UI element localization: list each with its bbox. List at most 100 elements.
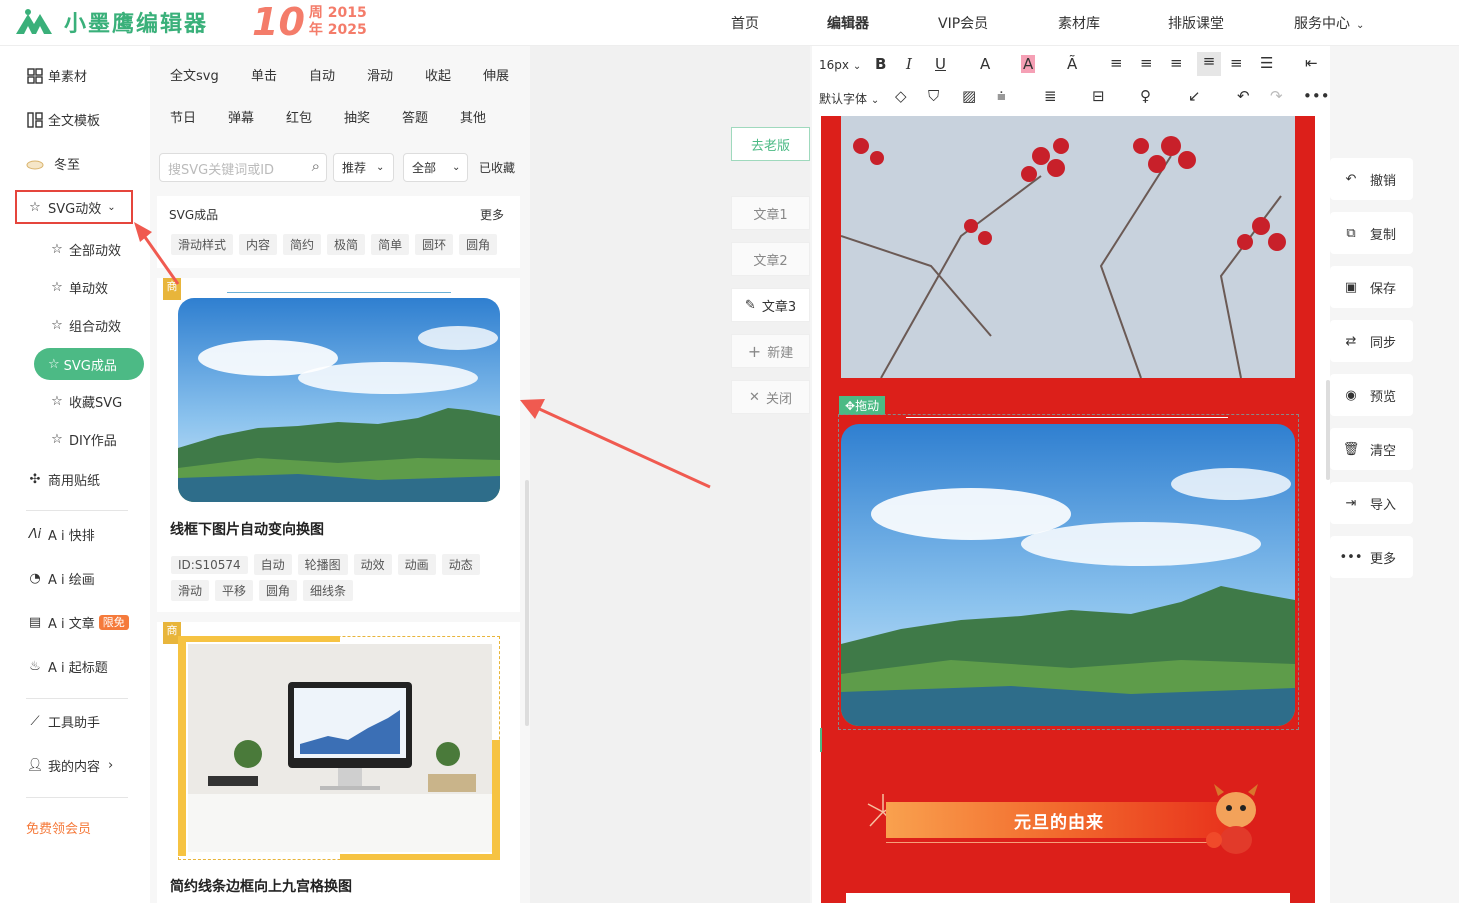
eraser-icon[interactable]: ◇ xyxy=(895,87,907,105)
sidebar-item-tool-helper[interactable]: ⟋ 工具助手 xyxy=(26,712,100,731)
category-tab[interactable]: 红包 xyxy=(286,107,312,126)
sync-button[interactable]: ⇄ 同步 xyxy=(1330,320,1413,362)
category-tab[interactable]: 抽奖 xyxy=(344,107,370,126)
sidebar-item-diy-works[interactable]: ☆ DIY作品 xyxy=(48,430,117,449)
template-card[interactable]: 商 线框下图片自动变向换图 ID:S10574 自动 轮播图 动效 动画 动态 滑动 平移圆… xyxy=(157,278,520,612)
category-tab[interactable]: 自动 xyxy=(309,65,335,84)
article-tab[interactable]: 文章2 xyxy=(731,242,810,276)
nav-editor[interactable]: 编辑器 xyxy=(827,13,869,33)
sidebar-item-my-content[interactable]: 👤︎ 我的内容 › xyxy=(26,756,113,775)
search-input[interactable]: 搜SVG关键词或ID ⌕ xyxy=(159,153,327,182)
align-center-icon[interactable]: ≡ xyxy=(1140,54,1153,72)
clear-button[interactable]: 🗑︎ 清空 xyxy=(1330,428,1413,470)
category-tab[interactable]: 收起 xyxy=(425,65,451,84)
sidebar-item-ai-layout[interactable]: Λi A i 快排 xyxy=(26,525,95,544)
font-family-select[interactable]: 默认字体 ⌄ xyxy=(819,90,879,107)
sidebar-item-commercial-stickers[interactable]: ✣ 商用贴纸 xyxy=(26,470,100,489)
category-tab[interactable]: 节日 xyxy=(170,107,196,126)
bold-icon[interactable]: B xyxy=(875,55,886,73)
image-icon[interactable]: ▨ xyxy=(962,87,976,105)
article-tab-active[interactable]: ✎ 文章3 xyxy=(731,288,810,322)
card-title[interactable]: 线框下图片自动变向换图 xyxy=(170,519,324,539)
nav-layout-class[interactable]: 排版课堂 xyxy=(1168,13,1224,33)
margin-icon[interactable]: ⊟ xyxy=(1092,87,1105,105)
sidebar-item-ai-article[interactable]: ▤ A i 文章 限免 xyxy=(26,613,129,632)
new-article-button[interactable]: + 新建 xyxy=(731,334,810,368)
nav-vip[interactable]: VIP会员 xyxy=(938,13,988,33)
tag[interactable]: 动效 xyxy=(353,554,392,575)
indent-icon[interactable]: ≡ xyxy=(1230,54,1243,72)
tag[interactable]: 圆角 xyxy=(259,580,298,601)
sidebar-item-single-material[interactable]: 单素材 xyxy=(26,66,87,85)
light-icon[interactable]: ♀ xyxy=(1140,87,1151,105)
undo-button[interactable]: ↶ 撤销 xyxy=(1330,158,1413,200)
all-dropdown[interactable]: 全部 ⌄ xyxy=(403,153,468,182)
tag[interactable]: 细线条 xyxy=(303,580,354,601)
tag[interactable]: 动态 xyxy=(441,554,480,575)
tag[interactable]: 内容 xyxy=(239,234,278,255)
article-tab[interactable]: 文章1 xyxy=(731,196,810,230)
italic-icon[interactable]: I xyxy=(906,55,912,73)
collected-filter[interactable]: 已收藏 xyxy=(479,159,515,176)
format-brush-icon[interactable]: ⛉ xyxy=(928,87,939,105)
save-button[interactable]: ▣ 保存 xyxy=(1330,266,1413,308)
tag[interactable]: ID:S10574 xyxy=(171,556,248,574)
category-tab[interactable]: 滑动 xyxy=(367,65,393,84)
preview-button[interactable]: ◉ 预览 xyxy=(1330,374,1413,416)
font-color-icon[interactable]: A xyxy=(980,55,990,73)
card-title[interactable]: 简约线条边框向上九宫格换图 xyxy=(170,876,352,896)
underline-icon[interactable]: U xyxy=(935,55,946,73)
template-card[interactable]: 商 简约线条边框向上九宫格换图 xyxy=(157,622,520,903)
category-tab[interactable]: 全文svg xyxy=(170,65,219,84)
sidebar-item-winter-solstice[interactable]: 冬至 xyxy=(26,154,80,173)
old-version-button[interactable]: 去老版 xyxy=(731,127,810,161)
panel-scrollbar[interactable] xyxy=(525,480,529,726)
category-tab[interactable]: 单击 xyxy=(251,65,277,84)
sidebar-item-ai-draw[interactable]: ◔ A i 绘画 xyxy=(26,569,94,588)
free-vip-link[interactable]: 免费领会员 xyxy=(26,818,91,837)
nav-home[interactable]: 首页 xyxy=(731,13,759,33)
sidebar-item-single-effect[interactable]: ☆ 单动效 xyxy=(48,278,108,297)
redo-icon[interactable]: ↷ xyxy=(1270,87,1283,105)
more-icon[interactable]: ••• xyxy=(1303,87,1330,105)
category-tab[interactable]: 答题 xyxy=(402,107,428,126)
tag[interactable]: 简单 xyxy=(371,234,410,255)
sidebar-item-svg-effects[interactable]: ☆ SVG动效 ⌄ xyxy=(26,198,115,217)
category-tab[interactable]: 伸展 xyxy=(483,65,509,84)
import-button[interactable]: ⇥ 导入 xyxy=(1330,482,1413,524)
copy-button[interactable]: ⧉ 复制 xyxy=(1330,212,1413,254)
landscape-canvas-image[interactable] xyxy=(841,424,1295,726)
arrow-tool-icon[interactable]: ↙ xyxy=(1188,87,1201,105)
align-left-icon[interactable]: ≡ xyxy=(1110,54,1123,72)
search-icon[interactable]: ⌕ xyxy=(312,157,320,175)
tag[interactable]: 圆环 xyxy=(415,234,454,255)
berries-snow-image[interactable] xyxy=(841,116,1295,378)
highlight-color-icon[interactable]: A xyxy=(1021,55,1036,73)
undo-icon[interactable]: ↶ xyxy=(1237,87,1250,105)
category-tab[interactable]: 其他 xyxy=(460,107,486,126)
align-right-icon[interactable]: ≡ xyxy=(1170,54,1183,72)
tag[interactable]: 滑动 xyxy=(171,580,210,601)
sidebar-item-svg-products[interactable]: ☆ SVG成品 xyxy=(34,348,144,380)
close-article-button[interactable]: ✕ 关闭 xyxy=(731,380,810,414)
nav-service-center[interactable]: 服务中心 ⌄ xyxy=(1294,13,1364,33)
tag[interactable]: 平移 xyxy=(215,580,254,601)
banner-title[interactable]: 元旦的由来 xyxy=(886,802,1232,838)
recommend-dropdown[interactable]: 推荐 ⌄ xyxy=(333,153,394,182)
exit-icon[interactable]: ⇤ xyxy=(1305,54,1318,72)
tag[interactable]: 简约 xyxy=(283,234,322,255)
section-more-link[interactable]: 更多 xyxy=(480,206,504,223)
logo[interactable]: 小墨鹰编辑器 xyxy=(14,6,208,38)
tag[interactable]: 圆角 xyxy=(459,234,498,255)
more-button[interactable]: ••• 更多 xyxy=(1330,536,1413,578)
paragraph-spacing-icon[interactable]: ≣ xyxy=(1044,87,1057,105)
align-justify-icon[interactable]: ≡ xyxy=(1197,52,1221,76)
tag[interactable]: 动画 xyxy=(397,554,436,575)
tag[interactable]: 轮播图 xyxy=(297,554,348,575)
line-height-icon[interactable]: ☰ xyxy=(1260,54,1273,72)
tag[interactable]: 极简 xyxy=(327,234,366,255)
sidebar-item-fav-svg[interactable]: ☆ 收藏SVG xyxy=(48,392,122,411)
text-effect-icon[interactable]: Ã xyxy=(1067,55,1077,73)
nav-materials[interactable]: 素材库 xyxy=(1058,13,1100,33)
sidebar-item-all-effects[interactable]: ☆ 全部动效 xyxy=(48,240,121,259)
